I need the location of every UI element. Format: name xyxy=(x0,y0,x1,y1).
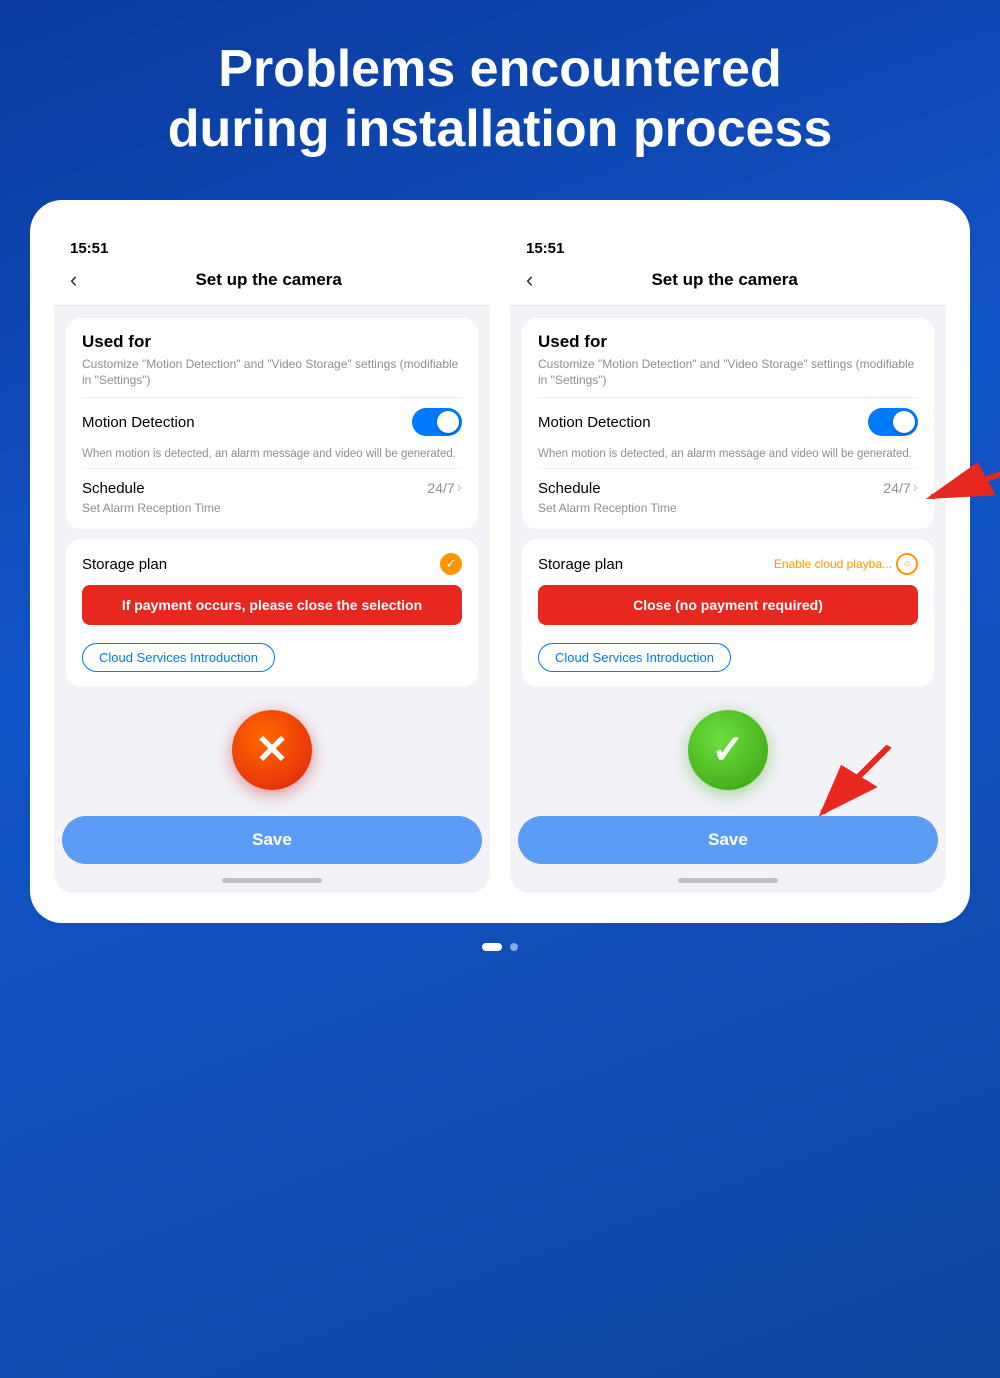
left-schedule-value: 24/7 › xyxy=(427,479,462,497)
left-save-button[interactable]: Save xyxy=(62,816,482,864)
right-chevron-icon: › xyxy=(913,479,918,497)
right-storage-cloud: Enable cloud playba... ○ xyxy=(774,553,918,575)
left-motion-toggle[interactable] xyxy=(412,408,462,436)
right-schedule-sub: Set Alarm Reception Time xyxy=(538,499,918,515)
right-success-icon: ✓ xyxy=(688,710,768,790)
left-storage-label: Storage plan xyxy=(82,556,167,573)
left-time: 15:51 xyxy=(70,240,108,257)
left-cloud-intro-button[interactable]: Cloud Services Introduction xyxy=(82,643,275,672)
left-back-button[interactable]: ‹ xyxy=(70,267,77,293)
right-schedule-row[interactable]: Schedule 24/7 › xyxy=(538,468,918,499)
left-storage-row: Storage plan ✓ xyxy=(82,553,462,575)
right-schedule-value: 24/7 › xyxy=(883,479,918,497)
right-storage-card: Storage plan Enable cloud playba... ○ Cl… xyxy=(522,539,934,686)
bottom-pagination xyxy=(482,943,518,951)
dot-1 xyxy=(482,943,502,951)
left-storage-card: Storage plan ✓ If payment occurs, please… xyxy=(66,539,478,686)
right-motion-desc: When motion is detected, an alarm messag… xyxy=(538,440,918,462)
right-cloud-toggle-icon[interactable]: ○ xyxy=(896,553,918,575)
left-motion-row: Motion Detection xyxy=(82,397,462,440)
right-used-for-desc: Customize "Motion Detection" and "Video … xyxy=(538,356,918,390)
right-motion-row: Motion Detection xyxy=(538,397,918,440)
left-motion-desc: When motion is detected, an alarm messag… xyxy=(82,440,462,462)
left-used-for-title: Used for xyxy=(82,332,462,352)
right-panel-wrapper: 15:51 ‹ Set up the camera Used for Custo… xyxy=(510,230,946,894)
left-status-bar: 15:51 xyxy=(54,230,490,261)
right-alert-banner[interactable]: Close (no payment required) xyxy=(538,585,918,625)
left-schedule-label: Schedule xyxy=(82,480,145,497)
right-enable-cloud-text: Enable cloud playba... xyxy=(774,557,892,571)
headline: Problems encountered during installation… xyxy=(168,40,833,160)
right-header: ‹ Set up the camera xyxy=(510,261,946,306)
right-save-button[interactable]: Save xyxy=(518,816,938,864)
left-storage-check-icon: ✓ xyxy=(440,553,462,575)
right-icon-area: ✓ xyxy=(522,696,934,804)
left-phone-panel: 15:51 ‹ Set up the camera Used for Custo… xyxy=(54,230,490,894)
left-header-title: Set up the camera xyxy=(85,270,452,290)
right-motion-toggle[interactable] xyxy=(868,408,918,436)
left-motion-label: Motion Detection xyxy=(82,414,195,431)
left-schedule-sub: Set Alarm Reception Time xyxy=(82,499,462,515)
right-content: Used for Customize "Motion Detection" an… xyxy=(510,306,946,817)
right-storage-label: Storage plan xyxy=(538,556,623,573)
right-storage-row: Storage plan Enable cloud playba... ○ xyxy=(538,553,918,575)
right-schedule-label: Schedule xyxy=(538,480,601,497)
right-back-button[interactable]: ‹ xyxy=(526,267,533,293)
right-status-bar: 15:51 xyxy=(510,230,946,261)
left-error-icon: ✕ xyxy=(232,710,312,790)
right-schedule-value-text: 24/7 xyxy=(883,480,910,496)
left-alert-banner: If payment occurs, please close the sele… xyxy=(82,585,462,625)
right-used-for-title: Used for xyxy=(538,332,918,352)
left-icon-area: ✕ xyxy=(66,696,478,804)
right-time: 15:51 xyxy=(526,240,564,257)
left-chevron-icon: › xyxy=(457,479,462,497)
left-home-indicator xyxy=(222,878,322,883)
dot-2 xyxy=(510,943,518,951)
right-motion-label: Motion Detection xyxy=(538,414,651,431)
right-header-title: Set up the camera xyxy=(541,270,908,290)
right-phone-panel: 15:51 ‹ Set up the camera Used for Custo… xyxy=(510,230,946,894)
left-used-for-desc: Customize "Motion Detection" and "Video … xyxy=(82,356,462,390)
headline-line1: Problems encountered xyxy=(218,40,781,98)
right-home-indicator xyxy=(678,878,778,883)
left-schedule-row[interactable]: Schedule 24/7 › xyxy=(82,468,462,499)
phones-container: 15:51 ‹ Set up the camera Used for Custo… xyxy=(30,200,970,924)
right-used-for-card: Used for Customize "Motion Detection" an… xyxy=(522,318,934,530)
left-content: Used for Customize "Motion Detection" an… xyxy=(54,306,490,817)
headline-line2: during installation process xyxy=(168,100,833,158)
left-schedule-value-text: 24/7 xyxy=(427,480,454,496)
right-cloud-intro-button[interactable]: Cloud Services Introduction xyxy=(538,643,731,672)
left-header: ‹ Set up the camera xyxy=(54,261,490,306)
left-used-for-card: Used for Customize "Motion Detection" an… xyxy=(66,318,478,530)
